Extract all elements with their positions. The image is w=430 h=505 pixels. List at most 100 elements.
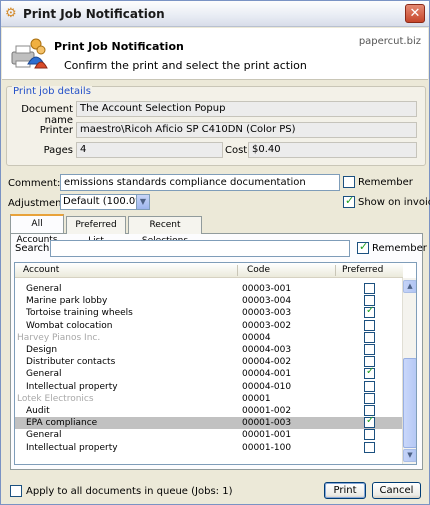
preferred-checkbox[interactable] (364, 283, 375, 294)
close-button[interactable]: ✕ (405, 4, 425, 23)
table-row[interactable]: Audit 00001-002 (15, 405, 403, 417)
vertical-scrollbar[interactable]: ▲ ▼ (402, 278, 416, 464)
account-cell: Design (26, 345, 58, 355)
account-cell: Intellectual property (26, 442, 118, 453)
accounts-table: Account Code Preferred General 00003-001 M… (14, 262, 417, 465)
adjustment-select[interactable]: Default (100.0%) ▼ (60, 194, 150, 210)
pages-label: Pages (43, 145, 73, 156)
code-cell: 00001-002 (242, 406, 292, 416)
pages-field: 4 (76, 142, 223, 158)
table-row[interactable]: Intellectual property 00001-100 (15, 441, 403, 454)
comment-label: Comment: (8, 178, 61, 189)
account-cell: Lotek Electronics (17, 393, 94, 404)
table-row[interactable]: Harvey Pianos Inc. 00004 (15, 331, 403, 344)
document-name-field: The Account Selection Popup (76, 101, 417, 117)
document-name-label: Document name (21, 104, 73, 126)
header-banner: Print Job Notification Confirm the print… (2, 28, 428, 80)
account-cell: Wombat colocation (26, 320, 113, 331)
table-header: Account Code Preferred (15, 263, 403, 278)
chevron-up-icon: ▲ (407, 282, 413, 290)
chevron-down-icon: ▼ (407, 451, 413, 459)
tab-recent-selections[interactable]: Recent Selections (128, 216, 202, 246)
preferred-checkbox[interactable] (364, 415, 375, 429)
apply-all-label: Apply to all documents in queue (Jobs: 1… (26, 486, 233, 497)
window-title: Print Job Notification (23, 7, 165, 21)
table-row[interactable]: General 00001-001 (15, 429, 403, 441)
scroll-down-button[interactable]: ▼ (403, 449, 416, 462)
header-subtitle: Confirm the print and select the print a… (64, 59, 307, 72)
account-cell: Audit (26, 406, 50, 416)
scroll-thumb[interactable] (403, 358, 416, 448)
show-on-invoice-checkbox[interactable] (343, 194, 355, 208)
search-remember-label: Remember (372, 243, 427, 254)
close-icon: ✕ (409, 6, 421, 21)
preferred-checkbox[interactable] (364, 429, 375, 441)
group-label: Print job details (12, 86, 92, 97)
preferred-checkbox[interactable] (364, 441, 375, 453)
title-bar[interactable]: ⚙ Print Job Notification ✕ (1, 1, 429, 27)
print-button[interactable]: Print (324, 482, 366, 499)
account-cell: Intellectual property (26, 381, 118, 392)
code-cell: 00004-010 (242, 381, 292, 392)
table-row[interactable]: Wombat colocation 00003-002 (15, 319, 403, 332)
preferred-checkbox[interactable] (364, 344, 375, 355)
account-cell: Distributer contacts (26, 357, 116, 368)
printer-field: maestro\Ricoh Aficio SP C410DN (Color PS… (76, 122, 417, 138)
code-cell: 00004-002 (242, 357, 292, 368)
chevron-down-icon: ▼ (136, 195, 149, 209)
preferred-checkbox[interactable] (364, 366, 375, 380)
search-remember-checkbox[interactable] (357, 240, 369, 254)
table-row[interactable]: Lotek Electronics 00001 (15, 392, 403, 405)
code-cell: 00001-003 (242, 418, 292, 429)
account-cell: General (26, 430, 62, 441)
cost-field: $0.40 (248, 142, 417, 158)
account-cell: Marine park lobby (26, 296, 108, 307)
code-cell: 00004-001 (242, 369, 292, 380)
table-row[interactable]: General 00004-001 (15, 366, 403, 380)
code-cell: 00001-100 (242, 442, 292, 453)
cancel-button[interactable]: Cancel (372, 482, 421, 499)
table-row[interactable]: Marine park lobby 00003-004 (15, 295, 403, 307)
code-cell: 00003-001 (242, 284, 292, 294)
code-cell: 00003-004 (242, 296, 292, 307)
code-cell: 00001-001 (242, 430, 292, 441)
show-on-invoice-label: Show on invoice (358, 197, 430, 208)
table-row[interactable]: EPA compliance 00001-003 (15, 415, 403, 430)
column-header-preferred[interactable]: Preferred (342, 265, 383, 275)
column-header-account[interactable]: Account (23, 265, 59, 275)
table-row[interactable]: Design 00004-003 (15, 344, 403, 356)
table-row[interactable]: Intellectual property 00004-010 (15, 380, 403, 393)
table-row[interactable]: Tortoise training wheels 00003-003 (15, 305, 403, 319)
table-row[interactable]: General 00003-001 (15, 283, 403, 295)
account-cell: General (26, 369, 62, 380)
preferred-checkbox[interactable] (364, 331, 375, 343)
printer-user-icon: ⚙ (5, 6, 17, 21)
header-title: Print Job Notification (54, 40, 184, 53)
code-cell: 00004 (242, 332, 271, 343)
code-cell: 00003-003 (242, 308, 292, 319)
account-cell: EPA compliance (26, 418, 98, 429)
preferred-checkbox[interactable] (364, 380, 375, 392)
column-header-code[interactable]: Code (247, 265, 270, 275)
preferred-checkbox[interactable] (364, 305, 375, 319)
comment-remember-label: Remember (358, 177, 413, 188)
code-cell: 00001 (242, 393, 271, 404)
preferred-checkbox[interactable] (364, 319, 375, 331)
code-cell: 00003-002 (242, 320, 292, 331)
search-label: Search: (15, 243, 53, 254)
search-input[interactable] (50, 240, 350, 257)
comment-input[interactable]: emissions standards compliance documenta… (60, 174, 340, 191)
printer-label: Printer (39, 125, 73, 136)
account-cell: Harvey Pianos Inc. (17, 332, 101, 343)
account-cell: General (26, 284, 62, 294)
table-row[interactable]: Distributer contacts 00004-002 (15, 356, 403, 368)
apply-all-checkbox[interactable] (10, 485, 22, 497)
tab-preferred-list[interactable]: Preferred List (66, 216, 126, 246)
comment-remember-checkbox[interactable] (343, 176, 355, 188)
users-printer-icon (11, 38, 48, 69)
papercut-link[interactable]: papercut.biz (359, 36, 421, 47)
tab-all-accounts[interactable]: All Accounts (10, 214, 64, 245)
preferred-checkbox[interactable] (364, 392, 375, 404)
code-cell: 00004-003 (242, 345, 292, 355)
scroll-up-button[interactable]: ▲ (403, 280, 416, 293)
